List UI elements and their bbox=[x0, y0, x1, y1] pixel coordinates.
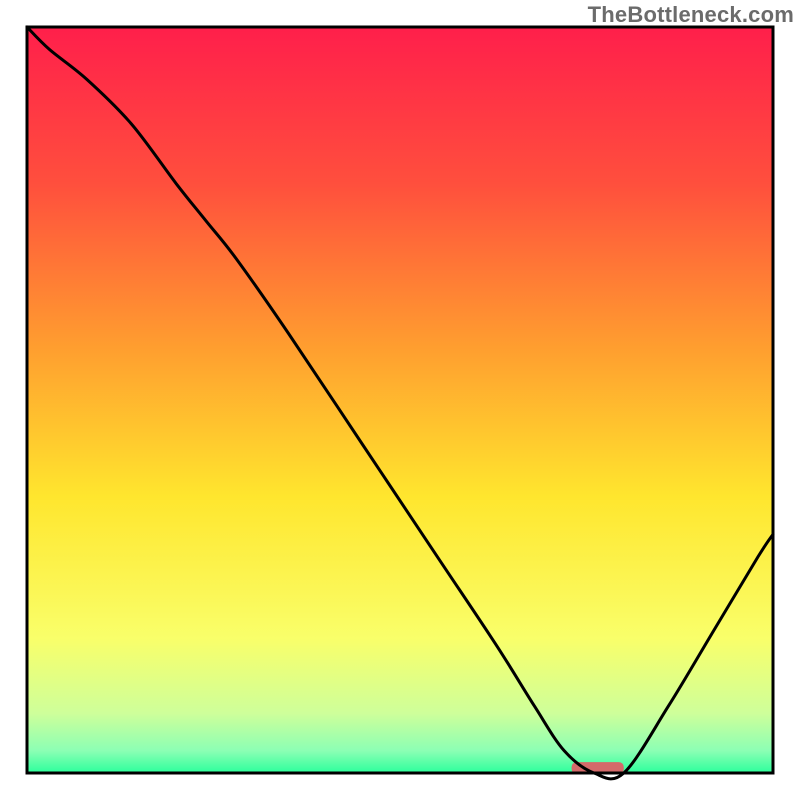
chart-svg bbox=[0, 0, 800, 800]
plot-background bbox=[27, 27, 773, 773]
chart-root: TheBottleneck.com bbox=[0, 0, 800, 800]
plot-area bbox=[0, 0, 800, 800]
